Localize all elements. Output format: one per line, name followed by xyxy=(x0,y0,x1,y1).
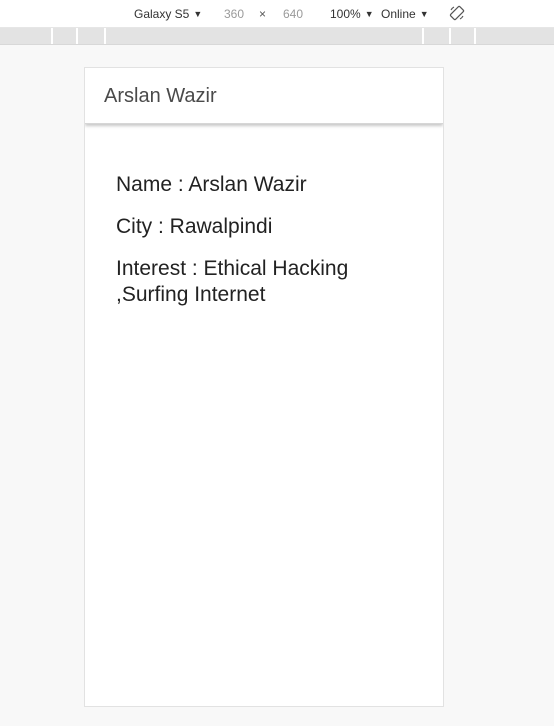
ruler-tick xyxy=(422,28,424,44)
app-header: Arslan Wazir xyxy=(85,68,443,124)
name-line: Name : Arslan Wazir xyxy=(116,173,307,196)
dimension-separator: × xyxy=(259,7,267,21)
app-title: Arslan Wazir xyxy=(104,85,217,107)
zoom-select-label: 100% xyxy=(330,7,361,21)
ruler-tick xyxy=(449,28,451,44)
device-toolbar: Galaxy S5 ▼ 360 × 640 100% ▼ Online ▼ xyxy=(0,0,554,28)
media-query-ruler[interactable] xyxy=(0,28,554,45)
network-select-label: Online xyxy=(381,7,416,21)
zoom-select[interactable]: 100% ▼ xyxy=(330,6,374,22)
network-throttle-select[interactable]: Online ▼ xyxy=(381,6,429,22)
profile-content: Name : Arslan Wazir City : Rawalpindi In… xyxy=(85,172,443,308)
ruler-tick xyxy=(76,28,78,44)
interest-line: Interest : Ethical Hacking ,Surfing Inte… xyxy=(116,257,349,306)
city-line: City : Rawalpindi xyxy=(116,215,273,238)
zoom-dropdown-caret-icon: ▼ xyxy=(364,9,374,19)
ruler-tick xyxy=(104,28,106,44)
network-dropdown-caret-icon: ▼ xyxy=(419,9,429,19)
ruler-tick xyxy=(474,28,476,44)
rotate-icon[interactable] xyxy=(449,5,465,21)
device-dropdown-caret-icon: ▼ xyxy=(193,9,203,19)
ruler-tick xyxy=(51,28,53,44)
height-input[interactable]: 640 xyxy=(283,6,303,22)
device-select-label: Galaxy S5 xyxy=(134,7,190,21)
width-input[interactable]: 360 xyxy=(224,6,244,22)
device-select[interactable]: Galaxy S5 ▼ xyxy=(134,6,202,22)
device-viewport: Arslan Wazir Name : Arslan Wazir City : … xyxy=(84,67,444,707)
